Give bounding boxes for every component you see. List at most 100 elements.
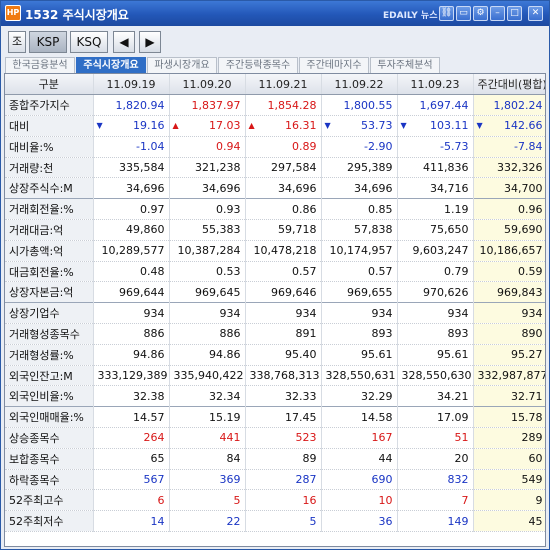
table-row[interactable]: 상장주식수:M 34,696 34,696 34,696 34,696 34,716 34,… bbox=[5, 177, 545, 200]
cell-value: 59,690 bbox=[504, 223, 543, 237]
table-row[interactable]: 거래회전율:% 0.97 0.93 0.86 0.85 1.19 0.96 bbox=[5, 198, 545, 221]
value-cell: 49,860 bbox=[93, 219, 170, 241]
row-label: 하락종목수 bbox=[5, 469, 94, 491]
table-row[interactable]: 거래형성종목수 886 886 891 893 893 890 bbox=[5, 323, 545, 345]
tab-financial-analysis[interactable]: 한국금융분석 bbox=[5, 57, 75, 73]
ksq-button[interactable]: KSQ bbox=[70, 31, 108, 53]
down-arrow-icon: ▼ bbox=[476, 121, 483, 131]
cell-value: -5.73 bbox=[440, 140, 469, 154]
table-row[interactable]: 상장자본금:억 969,644 969,645 969,646 969,655 970,6… bbox=[5, 281, 545, 304]
cell-value: 969,645 bbox=[195, 285, 241, 299]
table-row[interactable]: 외국인비율:% 32.38 32.34 32.33 32.29 34.21 32.71 bbox=[5, 385, 545, 408]
header-category[interactable]: 구분 bbox=[5, 74, 94, 96]
header-date[interactable]: 11.09.20 bbox=[169, 74, 246, 96]
settings-icon[interactable]: ⚙ bbox=[473, 6, 488, 21]
value-cell: 167 bbox=[321, 427, 398, 449]
table-row[interactable]: 대비 ▼ 19.16 ▲ 17.03 ▲ 16.31 ▼ 53.73 ▼ 103.11 ▼ 142.66 bbox=[5, 115, 545, 137]
weekly-cell: 332,326 bbox=[473, 157, 545, 179]
table-row[interactable]: 대비율:% -1.04 0.94 0.89 -2.90 -5.73 -7.84 bbox=[5, 136, 545, 158]
prev-arrow-icon[interactable]: ◀ bbox=[113, 31, 135, 53]
tab-investor-analysis[interactable]: 투자주체분석 bbox=[370, 57, 440, 73]
row-label: 외국인비율:% bbox=[5, 385, 94, 408]
value-cell: 295,389 bbox=[321, 157, 398, 179]
table-row[interactable]: 상승종목수 264 441 523 167 51 289 bbox=[5, 427, 545, 449]
cell-value: 1,854.28 bbox=[267, 98, 317, 112]
cell-value: 57,838 bbox=[354, 223, 393, 237]
cell-value: 34,696 bbox=[202, 181, 241, 195]
value-cell: 0.53 bbox=[169, 261, 246, 283]
market-table[interactable]: 구분 11.09.19 11.09.20 11.09.21 11.09.22 1… bbox=[4, 73, 546, 547]
header-date[interactable]: 11.09.23 bbox=[397, 74, 474, 96]
table-row[interactable]: 보합종목수 65 84 89 44 20 60 bbox=[5, 448, 545, 470]
table-row[interactable]: 종합주가지수 1,820.94 1,837.97 1,854.28 1,800.55 1,… bbox=[5, 94, 545, 117]
cell-value: 934 bbox=[219, 306, 241, 320]
cell-value: 34.21 bbox=[437, 389, 469, 403]
cell-value: 9,603,247 bbox=[412, 244, 469, 258]
table-row[interactable]: 대금회전율:% 0.48 0.53 0.57 0.57 0.79 0.59 bbox=[5, 261, 545, 283]
link-icon[interactable]: ⛓ bbox=[439, 6, 454, 21]
header-date[interactable]: 11.09.19 bbox=[93, 74, 170, 96]
down-arrow-icon: ▼ bbox=[400, 121, 407, 131]
table-row[interactable]: 상장기업수 934 934 934 934 934 934 bbox=[5, 302, 545, 325]
value-cell: 44 bbox=[321, 448, 398, 470]
table-row[interactable]: 외국인매매율:% 14.57 15.19 17.45 14.58 17.09 15.78 bbox=[5, 406, 545, 429]
value-cell: 969,646 bbox=[245, 281, 322, 304]
value-cell: -1.04 bbox=[93, 136, 170, 158]
header-date[interactable]: 11.09.21 bbox=[245, 74, 322, 96]
header-weekly[interactable]: 주간대비(평합) bbox=[473, 74, 545, 96]
maximize-icon[interactable]: □ bbox=[507, 6, 522, 21]
value-cell: 16 bbox=[245, 489, 322, 512]
header-date[interactable]: 11.09.22 bbox=[321, 74, 398, 96]
tab-weekly-advance-decline[interactable]: 주간등락종목수 bbox=[218, 57, 298, 73]
value-cell: 335,584 bbox=[93, 157, 170, 179]
table-row[interactable]: 하락종목수 567 369 287 690 832 549 bbox=[5, 469, 545, 491]
app-icon: HP bbox=[5, 5, 21, 21]
cell-value: 65 bbox=[150, 452, 165, 466]
table-row[interactable]: 거래대금:억 49,860 55,383 59,718 57,838 75,650 59,6… bbox=[5, 219, 545, 241]
cell-value: 893 bbox=[447, 327, 469, 341]
value-cell: 9,603,247 bbox=[397, 240, 474, 262]
row-label: 거래대금:억 bbox=[5, 219, 94, 241]
tab-derivatives-overview[interactable]: 파생시장개요 bbox=[147, 57, 217, 73]
cell-value: 32.71 bbox=[511, 389, 543, 403]
tab-market-overview[interactable]: 주식시장개요 bbox=[76, 57, 146, 73]
ksp-button[interactable]: KSP bbox=[29, 31, 67, 53]
value-cell: 832 bbox=[397, 469, 474, 491]
window-icon[interactable]: ▭ bbox=[456, 6, 471, 21]
table-row[interactable]: 거래량:천 335,584 321,238 297,584 295,389 411,836… bbox=[5, 157, 545, 179]
tab-weekly-theme-index[interactable]: 주간테마지수 bbox=[299, 57, 369, 73]
cell-value: 5 bbox=[309, 514, 317, 528]
toolbar: 조 KSP KSQ ◀ ▶ bbox=[1, 27, 549, 57]
cell-value: 84 bbox=[226, 452, 241, 466]
table-row[interactable]: 52주최저수 14 22 5 36 149 45 bbox=[5, 510, 545, 533]
cell-value: 969,646 bbox=[271, 285, 317, 299]
weekly-cell: 60 bbox=[473, 448, 545, 470]
value-cell: 1,854.28 bbox=[245, 94, 322, 117]
value-cell: 934 bbox=[397, 302, 474, 325]
weekly-cell: 59,690 bbox=[473, 219, 545, 241]
value-cell: 328,550,630 bbox=[397, 365, 474, 387]
cell-value: 34,700 bbox=[504, 181, 543, 195]
cell-value: 338,768,313 bbox=[249, 369, 320, 383]
value-cell: 969,645 bbox=[169, 281, 246, 304]
table-row[interactable]: 52주최고수 6 5 16 10 7 9 bbox=[5, 489, 545, 512]
minimize-icon[interactable]: – bbox=[490, 6, 505, 21]
cell-value: 934 bbox=[447, 306, 469, 320]
cell-value: 0.85 bbox=[368, 202, 393, 216]
value-cell: 369 bbox=[169, 469, 246, 491]
next-arrow-icon[interactable]: ▶ bbox=[139, 31, 161, 53]
row-label: 상장자본금:억 bbox=[5, 281, 94, 304]
title-bar[interactable]: HP 1532 주식시장개요 EDAILY 뉴스 ⛓ ▭ ⚙ – □ ✕ bbox=[1, 1, 549, 26]
table-row[interactable]: 시가총액:억 10,289,577 10,387,284 10,478,218 10,1… bbox=[5, 240, 545, 262]
close-icon[interactable]: ✕ bbox=[528, 6, 543, 21]
value-cell: 10,478,218 bbox=[245, 240, 322, 262]
cell-value: 14 bbox=[150, 514, 165, 528]
cell-value: 832 bbox=[447, 473, 469, 487]
cell-value: 295,389 bbox=[347, 161, 393, 175]
value-cell: 0.89 bbox=[245, 136, 322, 158]
jo-button[interactable]: 조 bbox=[8, 31, 26, 53]
cell-value: 1,837.97 bbox=[191, 98, 241, 112]
table-row[interactable]: 거래형성률:% 94.86 94.86 95.40 95.61 95.61 95.27 bbox=[5, 344, 545, 366]
table-row[interactable]: 외국인잔고:M 333,129,389 335,940,422 338,768,313… bbox=[5, 365, 545, 387]
value-cell: 567 bbox=[93, 469, 170, 491]
